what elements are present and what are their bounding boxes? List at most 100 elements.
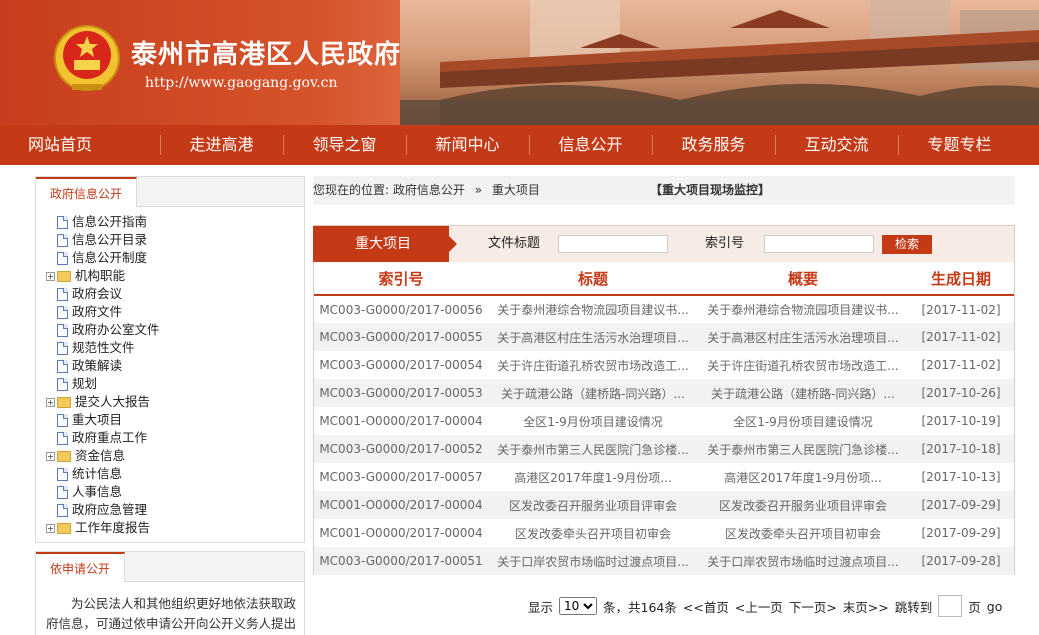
breadcrumb-prefix: 您现在的位置: [313,183,390,197]
main-nav: 网站首页 走进高港 领导之窗 新闻中心 信息公开 政务服务 互动交流 专题专栏 [0,125,1039,165]
cell-date: [2017-10-13] [921,470,1001,484]
project-monitor-link[interactable]: 【重大项目现场监控】 [650,176,770,205]
title-filter-label: 文件标题 [488,236,541,251]
tree-item[interactable]: 规范性文件 [46,339,304,357]
tree-item[interactable]: + 机构职能 [46,267,304,285]
title-filter-input[interactable] [558,235,668,253]
search-button[interactable]: 检索 [882,235,932,254]
go-button[interactable]: go [987,599,1003,614]
tree-item[interactable]: 政策解读 [46,357,304,375]
nav-special-topics[interactable]: 专题专栏 [898,125,1021,165]
document-icon [57,215,68,229]
nav-leaders[interactable]: 领导之窗 [283,125,406,165]
tree-item[interactable]: 重大项目 [46,411,304,429]
page-size-label: 显示 [528,599,554,615]
tree-item[interactable]: 政府文件 [46,303,304,321]
table-row: MC003-G0000/2017-00055 关于高港区村庄生活污水治理项目..… [314,323,1014,351]
cell-summary-link[interactable]: 关于泰州港综合物流园项目建议书... [698,295,908,323]
page-size-select[interactable]: 10 [559,597,598,615]
cell-title-link[interactable]: 全区1-9月份项目建设情况 [488,407,698,435]
nav-news[interactable]: 新闻中心 [406,125,529,165]
tree-item[interactable]: + 工作年度报告 [46,519,304,537]
sidebar-box-header: 政府信息公开 [36,177,304,207]
breadcrumb-level2[interactable]: 重大项目 [492,183,540,197]
cell-title-link[interactable]: 区发改委召开服务业项目评审会 [488,491,698,519]
cell-date: [2017-11-02] [921,302,1001,317]
table-row: MC003-G0000/2017-00054 关于许庄街道孔桥农贸市场改造工..… [314,351,1014,379]
tree-item[interactable]: 政府会议 [46,285,304,303]
cell-summary-link[interactable]: 全区1-9月份项目建设情况 [698,407,908,435]
expand-plus-icon[interactable]: + [46,397,55,407]
first-page-link[interactable]: <<首页 [683,597,729,616]
site-url: http://www.gaogang.gov.cn [145,75,338,91]
next-page-link[interactable]: 下一页> [789,597,837,616]
cell-summary-link[interactable]: 高港区2017年度1-9月份项... [698,463,908,491]
tree-item[interactable]: 政府办公室文件 [46,321,304,339]
header-banner: 泰州市高港区人民政府 http://www.gaogang.gov.cn [0,0,1039,125]
cell-title-link[interactable]: 高港区2017年度1-9月份项... [488,463,698,491]
sidebar-info-tree-box: 政府信息公开 信息公开指南 信息公开目录 信息公开制度 + 机构职能 政府会议 政… [35,176,305,543]
expand-plus-icon[interactable]: + [46,451,55,461]
cell-title-link[interactable]: 关于许庄街道孔桥农贸市场改造工... [488,351,698,379]
table-row: MC001-O0000/2017-00004 全区1-9月份项目建设情况 全区1… [314,407,1014,435]
sidebar-tab-info-disclosure[interactable]: 政府信息公开 [36,177,138,207]
sidebar-apply-box: 依申请公开 为公民法人和其他组织更好地依法获取政府信息，可通过依申请公开向公开义… [35,551,305,635]
prev-page-link[interactable]: <上一页 [735,597,783,616]
tree-item[interactable]: + 资金信息 [46,447,304,465]
table-row: MC003-G0000/2017-00057 高港区2017年度1-9月份项..… [314,463,1014,491]
cell-index: MC003-G0000/2017-00055 [314,323,488,351]
folder-icon [57,270,71,282]
tree-item[interactable]: 统计信息 [46,465,304,483]
document-icon [57,467,68,481]
document-icon [57,503,68,517]
tree-item[interactable]: + 提交人大报告 [46,393,304,411]
nav-home[interactable]: 网站首页 [0,125,160,165]
cell-index: MC003-G0000/2017-00053 [314,379,488,407]
cell-summary-link[interactable]: 关于许庄街道孔桥农贸市场改造工... [698,351,908,379]
cell-date: [2017-11-02] [921,358,1001,372]
jump-label: 跳转到 [894,599,933,615]
cell-index: MC003-G0000/2017-00051 [314,547,488,575]
cell-title-link[interactable]: 关于高港区村庄生活污水治理项目... [488,323,698,351]
document-icon [57,431,68,445]
nav-info-disclosure[interactable]: 信息公开 [529,125,652,165]
expand-plus-icon[interactable]: + [46,523,55,533]
breadcrumb-level1[interactable]: 政府信息公开 [393,183,465,197]
expand-plus-icon[interactable]: + [46,271,55,281]
cell-summary-link[interactable]: 关于泰州市第三人民医院门急诊楼... [698,435,908,463]
cell-date: [2017-10-19] [921,414,1001,428]
projects-panel: 重大项目 文件标题 索引号 检索 索引号 标题 概要 生成日期 MC003-G0… [313,225,1015,575]
cell-title-link[interactable]: 关于口岸农贸市场临时过渡点项目... [488,547,698,575]
table-row: MC003-G0000/2017-00052 关于泰州市第三人民医院门急诊楼..… [314,435,1014,463]
cell-summary-link[interactable]: 关于口岸农贸市场临时过渡点项目... [698,547,908,575]
tree-item[interactable]: 规划 [46,375,304,393]
jump-page-input[interactable] [938,595,963,617]
sidebar-tab-apply-disclosure[interactable]: 依申请公开 [36,552,126,582]
tab-major-projects[interactable]: 重大项目 [313,226,457,262]
index-filter-input[interactable] [764,235,874,253]
tree-item[interactable]: 政府应急管理 [46,501,304,519]
cell-title-link[interactable]: 关于疏港公路（建桥路-同兴路）... [488,379,698,407]
tree-item[interactable]: 人事信息 [46,483,304,501]
tree-item[interactable]: 信息公开制度 [46,249,304,267]
nav-about-gaogang[interactable]: 走进高港 [160,125,283,165]
cell-summary-link[interactable]: 关于疏港公路（建桥路-同兴路）... [698,379,908,407]
tree-item[interactable]: 政府重点工作 [46,429,304,447]
table-header-row: 索引号 标题 概要 生成日期 [314,262,1014,296]
cell-summary-link[interactable]: 区发改委召开服务业项目评审会 [698,491,908,519]
nav-gov-services[interactable]: 政务服务 [652,125,775,165]
breadcrumb-separator: » [474,183,483,197]
last-page-link[interactable]: 末页>> [843,597,889,616]
table-row: MC003-G0000/2017-00056 关于泰州港综合物流园项目建议书..… [314,295,1014,323]
cell-title-link[interactable]: 关于泰州市第三人民医院门急诊楼... [488,435,698,463]
cell-title-link[interactable]: 区发改委牵头召开项目初审会 [488,519,698,547]
nav-interaction[interactable]: 互动交流 [775,125,898,165]
breadcrumb: 您现在的位置: 政府信息公开 » 重大项目 【重大项目现场监控】 [313,176,1015,205]
cell-summary-link[interactable]: 区发改委牵头召开项目初审会 [698,519,908,547]
col-header-date: 生成日期 [908,262,1014,296]
tree-item[interactable]: 信息公开目录 [46,231,304,249]
cell-summary-link[interactable]: 关于高港区村庄生活污水治理项目... [698,323,908,351]
tree-item[interactable]: 信息公开指南 [46,213,304,231]
cell-title-link[interactable]: 关于泰州港综合物流园项目建议书... [488,295,698,323]
folder-icon [57,450,71,462]
